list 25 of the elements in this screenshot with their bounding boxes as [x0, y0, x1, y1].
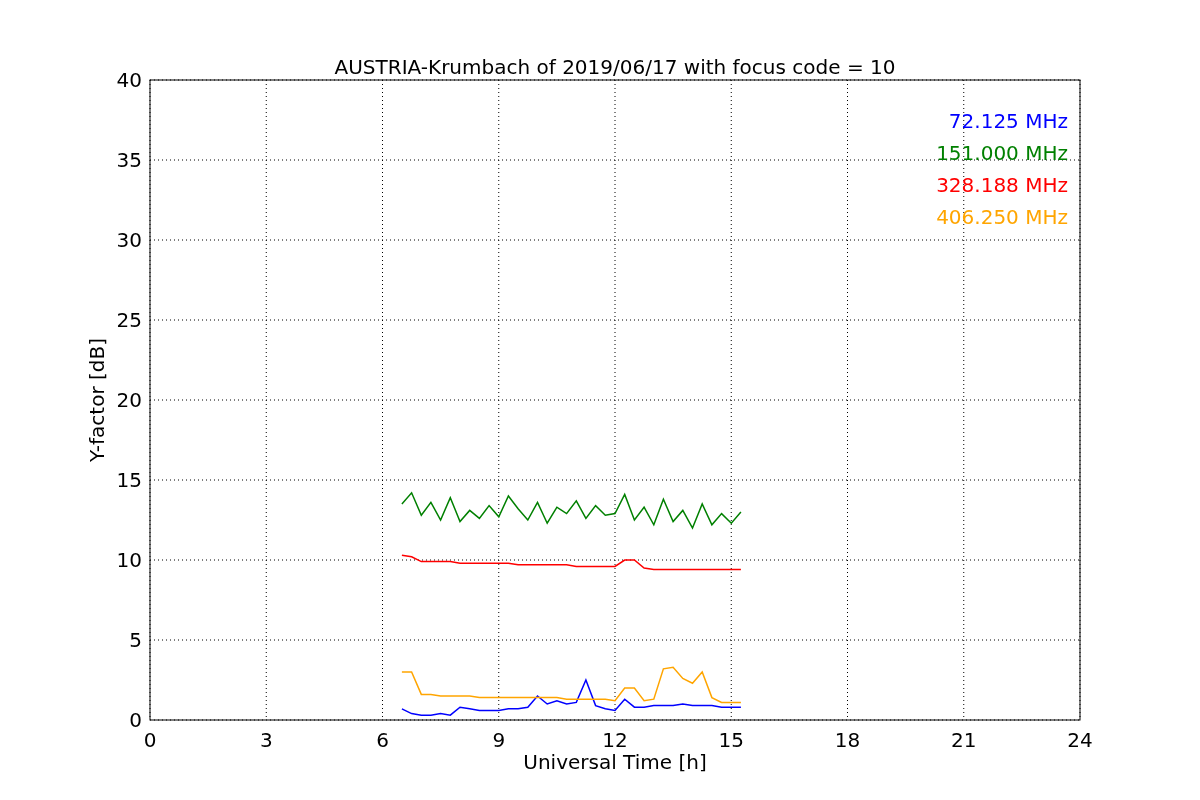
tick-label: 18: [834, 728, 861, 752]
legend-label: 406.250 MHz: [936, 205, 1068, 229]
tick-label: 15: [116, 468, 142, 492]
tick-label: 24: [1067, 728, 1093, 752]
tick-label: 40: [116, 68, 142, 92]
tick-label: 35: [116, 148, 142, 172]
legend-label: 151.000 MHz: [936, 141, 1068, 165]
axis-label: Universal Time [h]: [523, 750, 707, 774]
tick-label: 20: [116, 388, 142, 412]
tick-label: 21: [951, 728, 977, 752]
tick-label: 6: [376, 728, 389, 752]
tick-label: 15: [718, 728, 744, 752]
tick-label: 3: [259, 728, 273, 752]
legend-label: 72.125 MHz: [948, 109, 1068, 133]
tick-label: 5: [129, 628, 142, 652]
tick-label: 9: [492, 728, 506, 752]
tick-label: 0: [129, 708, 142, 732]
tick-label: 10: [116, 548, 142, 572]
tick-label: 0: [143, 728, 157, 752]
tick-label: 30: [116, 228, 142, 252]
tick-label: 12: [602, 728, 628, 752]
legend-label: 328.188 MHz: [936, 173, 1068, 197]
tick-label: 25: [116, 308, 142, 332]
chart-title: AUSTRIA-Krumbach of 2019/06/17 with focus code = 10: [334, 55, 896, 79]
axis-label: Y-factor [dB]: [85, 338, 109, 462]
